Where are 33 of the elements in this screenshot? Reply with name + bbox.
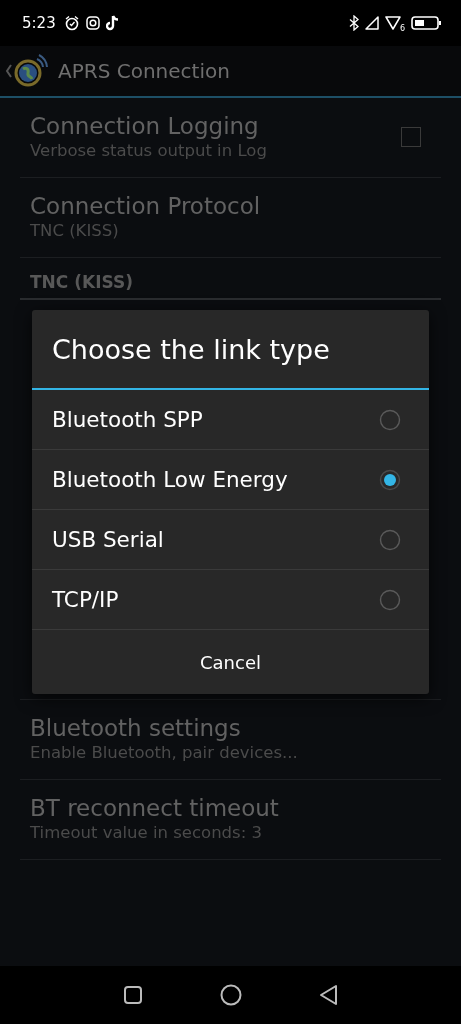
wifi-icon [384, 16, 401, 30]
link-type-option[interactable]: TCP/IP [32, 570, 429, 630]
category-header: TNC (KISS) [30, 272, 133, 292]
preference-summary: Timeout value in seconds: 3 [30, 823, 263, 842]
preference-summary: Verbose status output in Log [30, 141, 268, 160]
link-type-option[interactable]: USB Serial [32, 510, 429, 570]
radio-button[interactable] [379, 468, 401, 491]
preference-title: Bluetooth settings [30, 715, 242, 741]
preference-summary: TNC (KISS) [30, 221, 120, 240]
preference-summary: Enable Bluetooth, pair devices... [30, 743, 299, 762]
preference-title: BT reconnect timeout [30, 795, 280, 821]
back-icon[interactable] [318, 984, 339, 1006]
music-note-icon [105, 15, 120, 31]
radio-button[interactable] [379, 408, 401, 431]
checkbox[interactable] [401, 126, 421, 147]
home-icon[interactable] [218, 983, 243, 1007]
link-type-option[interactable]: Bluetooth Low Energy [32, 450, 429, 510]
alarm-clock-icon [63, 15, 80, 31]
preference-title: Connection Logging [30, 113, 260, 139]
camera-app-icon [85, 16, 100, 30]
dialog-title: Choose the link type [52, 333, 330, 365]
screen-title: APRS Connection [58, 59, 230, 83]
wifi-band-label: 6 [399, 23, 405, 33]
cancel-button[interactable]: Cancel [32, 630, 429, 694]
battery-icon [411, 16, 441, 30]
signal-icon [364, 16, 379, 30]
link-type-option[interactable]: Bluetooth SPP [32, 390, 429, 450]
bluetooth-icon [348, 15, 359, 31]
radio-button[interactable] [379, 528, 401, 551]
preference-title: Connection Protocol [30, 193, 262, 219]
radio-button[interactable] [379, 588, 401, 611]
recents-icon[interactable] [122, 985, 143, 1005]
clock-time: 5:23 [22, 14, 56, 32]
